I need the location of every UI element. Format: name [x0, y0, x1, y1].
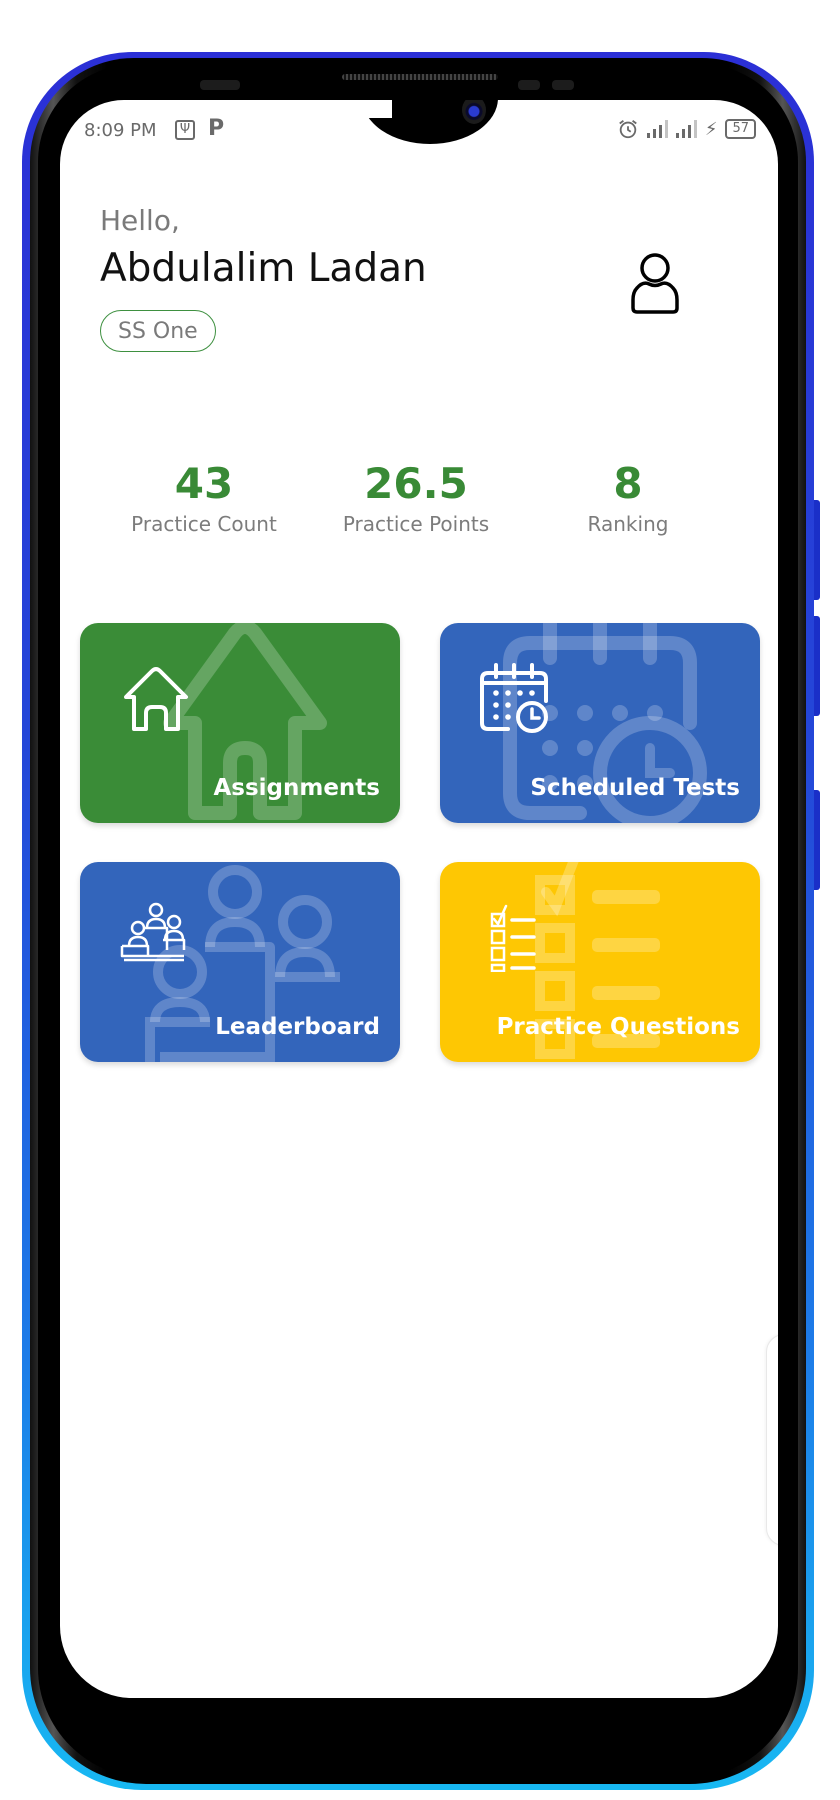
user-name: Abdulalim Ladan [100, 246, 427, 291]
card-label: Scheduled Tests [530, 775, 740, 801]
proximity-sensor [200, 80, 240, 90]
stat-label: Practice Points [342, 512, 490, 536]
usb-debug-icon: Ψ [175, 120, 195, 140]
card-label: Assignments [213, 775, 380, 801]
charging-bolt-icon: ⚡︎ [704, 118, 718, 140]
stat-practice-count: 43 Practice Count [84, 458, 324, 536]
class-badge: SS One [100, 310, 216, 352]
scheduled-tests-card[interactable]: Scheduled Tests [440, 623, 760, 823]
card-label: Leaderboard [215, 1014, 380, 1040]
battery-icon: 57 [725, 119, 756, 139]
edge-panel-handle[interactable] [766, 1334, 778, 1546]
alarm-icon [619, 120, 637, 139]
practice-questions-card[interactable]: Practice Questions [440, 862, 760, 1062]
greeting-text: Hello, [100, 204, 180, 237]
checklist-icon [490, 904, 536, 972]
status-time: 8:09 PM [84, 120, 157, 141]
signal-icon [646, 120, 668, 138]
house-icon [124, 667, 188, 731]
stat-label: Ranking [587, 512, 669, 536]
card-label: Practice Questions [496, 1014, 740, 1040]
stat-value: 43 [174, 459, 234, 508]
light-sensor [518, 80, 540, 90]
stat-label: Practice Count [131, 512, 277, 536]
parking-p-icon: P [208, 116, 225, 141]
earpiece-speaker [342, 74, 498, 80]
volume-up-button [814, 500, 820, 600]
podium-people-icon [120, 902, 186, 962]
leaderboard-card[interactable]: Leaderboard [80, 862, 400, 1062]
app-screen: 8:09 PM Ψ P ⚡︎ 57 Hello, Abdulalim Ladan… [60, 100, 778, 1698]
volume-down-button [814, 616, 820, 716]
signal-icon [675, 120, 697, 138]
stat-practice-points: 26.5 Practice Points [296, 458, 536, 536]
calendar-clock-icon [480, 663, 548, 733]
stat-value: 8 [613, 459, 643, 508]
stat-value: 26.5 [364, 459, 468, 508]
stat-ranking: 8 Ranking [508, 458, 748, 536]
light-sensor [552, 80, 574, 90]
status-bar: 8:09 PM Ψ P ⚡︎ 57 [60, 100, 778, 164]
power-button [814, 790, 820, 890]
assignments-card[interactable]: Assignments [80, 623, 400, 823]
user-profile-icon[interactable] [627, 250, 683, 316]
